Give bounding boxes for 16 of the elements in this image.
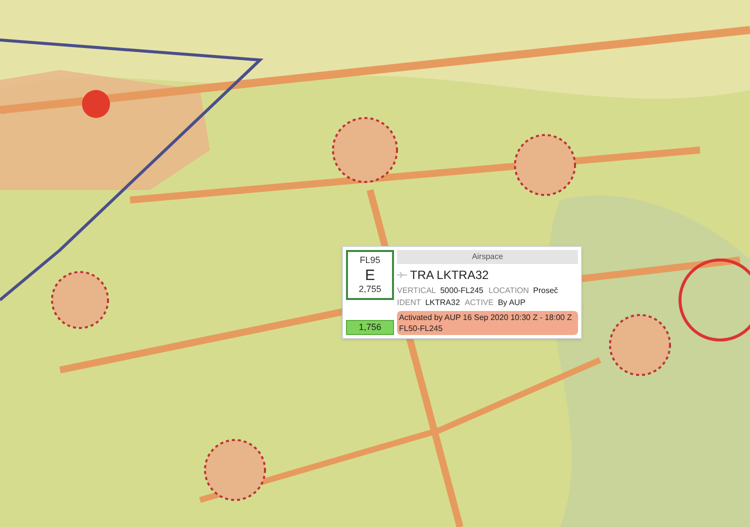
field-value: By AUP	[498, 298, 526, 307]
level-label: FL95	[360, 254, 380, 267]
field-value: Proseč	[533, 286, 558, 295]
field-label: IDENT	[397, 298, 421, 307]
field-label: LOCATION	[488, 286, 529, 295]
field-label: VERTICAL	[397, 286, 436, 295]
altitude-label: 2,755	[358, 282, 382, 296]
field-label: ACTIVE	[464, 298, 494, 307]
plane-icon	[397, 272, 407, 278]
ground-elevation: 1,756	[346, 320, 394, 335]
field-value: LKTRA32	[425, 298, 460, 307]
popup-header: Airspace	[397, 250, 578, 264]
airspace-title: TRA LKTRA32	[410, 267, 489, 284]
field-value: 5000-FL245	[440, 286, 484, 295]
class-label: E	[364, 268, 375, 282]
activation-note: Activated by AUP 16 Sep 2020 10:30 Z - 18:00 Z FL50-FL245	[397, 311, 578, 335]
